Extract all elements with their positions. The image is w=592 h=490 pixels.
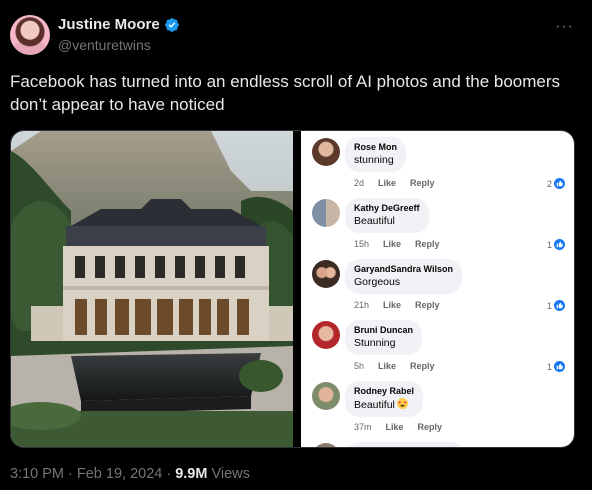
like-link[interactable]: Like xyxy=(383,300,401,310)
tweet-header: Justine Moore @venturetwins ··· xyxy=(10,12,582,60)
commenter-avatar xyxy=(312,382,340,410)
comment-bubble: Bruni Duncan Stunning xyxy=(345,320,423,355)
reaction-number: 1 xyxy=(546,239,552,250)
like-thumb-icon xyxy=(554,361,565,372)
reaction-number: 1 xyxy=(546,300,552,311)
comment-bubble xyxy=(345,442,465,447)
more-icon[interactable]: ··· xyxy=(555,18,574,36)
commenter-name[interactable]: Bruni Duncan xyxy=(354,325,413,335)
comment-text: Gorgeous xyxy=(354,276,401,288)
comment-item: Rodney Rabel Beautiful 37m Like Reply xyxy=(301,375,574,436)
comment-meta: 2d Like Reply xyxy=(354,178,435,188)
like-thumb-icon xyxy=(554,239,565,250)
comment-time: 5h xyxy=(354,361,365,371)
tweet-datetime[interactable]: 3:10 PM · Feb 19, 2024 · xyxy=(10,466,171,482)
author-name-row: Justine Moore xyxy=(58,16,180,33)
commenter-name[interactable]: GaryandSandra Wilson xyxy=(354,264,453,274)
reply-link[interactable]: Reply xyxy=(410,361,435,371)
reaction-count: 1 xyxy=(547,361,565,372)
tweet-text: Facebook has turned into an endless scro… xyxy=(10,72,561,114)
heart-eyes-emoji-icon xyxy=(396,398,408,409)
like-thumb-icon xyxy=(554,300,565,311)
reply-link[interactable]: Reply xyxy=(410,178,435,188)
reaction-number: 1 xyxy=(546,361,552,372)
image-divider xyxy=(293,131,301,447)
comment-text: stunning xyxy=(354,154,394,166)
comment-item: Rose Mon stunning 2d Like Reply 2 xyxy=(301,131,574,192)
reply-link[interactable]: Reply xyxy=(415,239,440,249)
commenter-avatar xyxy=(312,443,340,447)
like-link[interactable]: Like xyxy=(383,239,401,249)
reaction-count: 1 xyxy=(547,239,565,250)
commenter-avatar xyxy=(312,138,340,166)
verified-badge-icon xyxy=(164,17,179,32)
commenter-avatar xyxy=(312,199,340,227)
comment-text: Beautiful xyxy=(354,398,414,411)
reaction-count: 1 xyxy=(547,300,565,311)
comment-meta: 21h Like Reply xyxy=(354,300,440,310)
comment-text: Stunning xyxy=(354,337,396,349)
author-handle[interactable]: @venturetwins xyxy=(58,37,151,53)
views-label: Views xyxy=(211,466,250,482)
comment-bubble: Kathy DeGreeff Beautiful xyxy=(345,198,429,233)
reaction-number: 2 xyxy=(546,178,552,189)
commenter-name[interactable]: Rose Mon xyxy=(354,142,397,152)
like-link[interactable]: Like xyxy=(378,178,396,188)
comment-time: 15h xyxy=(354,239,370,249)
author-name[interactable]: Justine Moore xyxy=(58,16,160,33)
comment-item-partial xyxy=(301,436,574,447)
commenter-name[interactable]: Rodney Rabel xyxy=(354,386,414,396)
comment-time: 37m xyxy=(354,422,372,432)
comment-text-value: Beautiful xyxy=(354,399,395,411)
comment-bubble: Rodney Rabel Beautiful xyxy=(345,381,424,417)
views-count: 9.9M xyxy=(175,466,208,482)
comment-item: Bruni Duncan Stunning 5h Like Reply 1 xyxy=(301,314,574,375)
reaction-count: 2 xyxy=(547,178,565,189)
author-avatar[interactable] xyxy=(10,15,50,55)
facebook-comments-screenshot: Rose Mon stunning 2d Like Reply 2 Kathy … xyxy=(301,131,574,447)
comment-item: GaryandSandra Wilson Gorgeous 21h Like R… xyxy=(301,253,574,314)
comment-time: 21h xyxy=(354,300,370,310)
comment-meta: 37m Like Reply xyxy=(354,422,442,432)
comment-bubble: Rose Mon stunning xyxy=(345,137,407,172)
mansion-photo[interactable] xyxy=(11,131,293,448)
comment-meta: 5h Like Reply xyxy=(354,361,435,371)
commenter-name[interactable]: Kathy DeGreeff xyxy=(354,203,420,213)
reply-link[interactable]: Reply xyxy=(415,300,440,310)
comment-meta: 15h Like Reply xyxy=(354,239,440,249)
like-thumb-icon xyxy=(554,178,565,189)
like-link[interactable]: Like xyxy=(378,361,396,371)
commenter-avatar xyxy=(312,321,340,349)
like-link[interactable]: Like xyxy=(386,422,404,432)
commenter-avatar xyxy=(312,260,340,288)
reply-link[interactable]: Reply xyxy=(418,422,443,432)
tweet-footer: 3:10 PM · Feb 19, 2024 · 9.9M Views xyxy=(10,466,250,482)
comment-time: 2d xyxy=(354,178,365,188)
comment-text: Beautiful xyxy=(354,215,395,227)
comment-item: Kathy DeGreeff Beautiful 15h Like Reply … xyxy=(301,192,574,253)
tweet-media[interactable]: Rose Mon stunning 2d Like Reply 2 Kathy … xyxy=(10,130,575,448)
comment-bubble: GaryandSandra Wilson Gorgeous xyxy=(345,259,462,294)
